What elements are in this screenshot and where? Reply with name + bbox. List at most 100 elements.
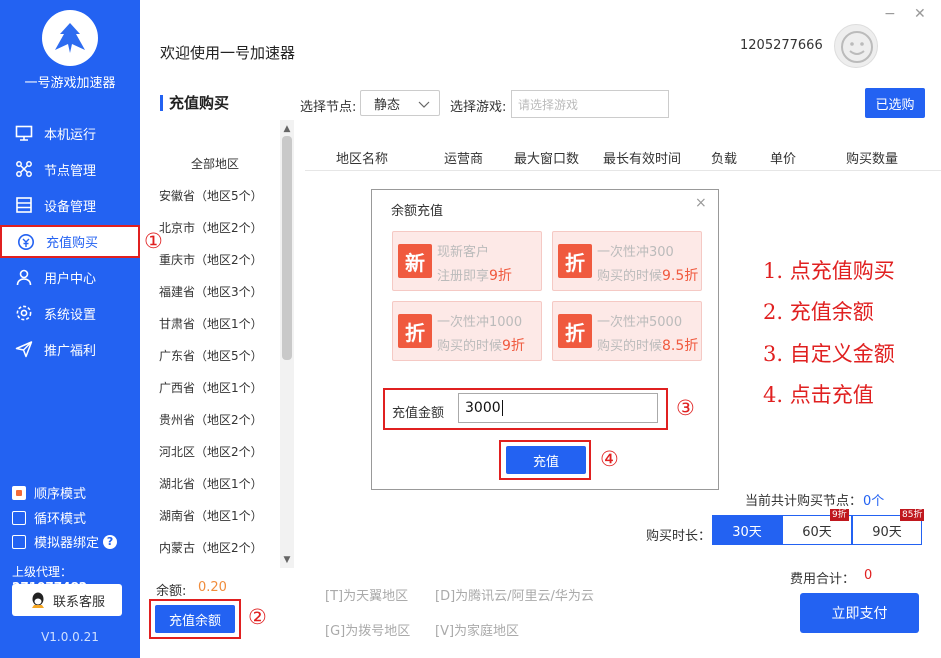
smiley-icon [841,31,873,63]
mode-loop[interactable]: 循环模式 [12,508,86,527]
region-item[interactable]: 湖南省（地区1个） [150,507,280,539]
help-icon[interactable]: ? [103,534,118,549]
mode-label: 模拟器绑定 [34,536,100,551]
promo-line2: 注册即享9折 [437,265,512,285]
amount-value: 3000 [465,400,501,416]
promo-line2: 购买的时候9折 [437,335,525,355]
recharge-balance-button[interactable]: 充值余额 [155,605,235,633]
nav-system-settings[interactable]: 系统设置 [0,297,140,329]
contact-support-button[interactable]: 联系客服 [12,584,122,616]
text-cursor [501,400,503,416]
sidebar: 一号游戏加速器 本机运行 节点管理 设备管理 充值购买 用户中心 系统设置 推广… [0,0,140,658]
table-header-divider [305,170,941,171]
duration-option-label: 30天 [732,524,762,540]
nav-user-center[interactable]: 用户中心 [0,261,140,293]
recharge-icon [16,232,36,252]
fee-total-label: 费用合计： [790,572,856,587]
checkbox[interactable] [12,534,26,549]
checkbox[interactable] [12,485,26,500]
nav-label: 推广福利 [44,343,97,359]
region-item[interactable]: 北京市（地区2个） [150,219,280,251]
mode-emulator-binding[interactable]: 模拟器绑定 ? [12,532,118,551]
recharge-submit-button[interactable]: 充值 [506,446,586,474]
selected-items-button[interactable]: 已选购 [865,88,925,118]
discount-badge-icon: 折 [558,314,592,348]
nav-local-run[interactable]: 本机运行 [0,117,140,149]
region-item[interactable]: 河北区（地区2个） [150,443,280,475]
promo-line1: 一次性冲300 [597,245,674,260]
scroll-up-icon[interactable]: ▲ [280,122,294,136]
app-version: V1.0.0.21 [41,630,99,644]
nav-label: 本机运行 [44,127,97,143]
instruction-step-1: 1. 点充值购买 [763,259,895,283]
node-select-label: 选择节点: [300,100,357,115]
scroll-down-icon[interactable]: ▼ [280,553,294,567]
nav-label: 系统设置 [44,307,97,323]
promo-card-5000[interactable]: 折 一次性冲5000 购买的时候8.5折 [552,301,702,361]
node-select[interactable]: 静态 [360,90,440,116]
fee-total-value: 0 [864,568,873,583]
region-item[interactable]: 湖北省（地区1个） [150,475,280,507]
gear-icon [14,303,34,323]
welcome-text: 欢迎使用一号加速器 [160,44,296,62]
duration-30-days[interactable]: 30天 [712,515,782,545]
th-max-windows: 最大窗口数 [514,152,580,167]
nav-recharge-purchase[interactable]: 充值购买 [0,225,140,258]
promo-card-new-user[interactable]: 新 现新客户 注册即享9折 [392,231,542,291]
region-item[interactable]: 广东省（地区5个） [150,347,280,379]
nav-label: 节点管理 [44,163,97,179]
region-list: 全部地区 安徽省（地区5个） 北京市（地区2个） 重庆市（地区2个） 福建省（地… [150,155,280,571]
mode-label: 循环模式 [34,512,87,527]
mode-sequential[interactable]: 顺序模式 [12,483,86,502]
promo-discount: 9折 [489,268,512,284]
amount-label: 充值金额 [392,406,445,421]
promo-line2-prefix: 购买的时候 [437,339,503,354]
pay-now-button[interactable]: 立即支付 [800,593,919,633]
node-select-value: 静态 [374,97,401,113]
game-search-input[interactable]: 请选择游戏 [511,90,669,118]
region-item[interactable]: 贵州省（地区2个） [150,411,280,443]
promo-discount: 8.5折 [662,338,699,354]
close-window-button[interactable]: ✕ [914,6,926,22]
amount-input[interactable]: 3000 [458,393,658,423]
avatar[interactable] [834,24,878,68]
checkbox[interactable] [12,510,26,525]
logo-icon [55,23,85,53]
promo-card-1000[interactable]: 折 一次性冲1000 购买的时候9折 [392,301,542,361]
promo-card-300[interactable]: 折 一次性冲300 购买的时候9.5折 [552,231,702,291]
send-icon [14,339,34,359]
region-item[interactable]: 福建省（地区3个） [150,283,280,315]
nav-promotion[interactable]: 推广福利 [0,333,140,365]
dialog-close-icon[interactable]: × [695,195,707,211]
region-item[interactable]: 广西省（地区1个） [150,379,280,411]
region-item[interactable]: 内蒙古（地区2个） [150,539,280,571]
minimize-button[interactable]: − [884,6,896,22]
legend-cloud: [D]为腾讯云/阿里云/华为云 [435,589,594,604]
region-all[interactable]: 全部地区 [150,155,280,187]
chevron-down-icon [418,101,430,108]
th-unit-price: 单价 [770,152,797,167]
monitor-icon [14,123,34,143]
promo-line1: 一次性冲5000 [597,315,683,330]
total-nodes-label: 当前共计购买节点： [745,494,863,509]
th-carrier: 运营商 [444,152,484,167]
balance-label: 余额: [156,584,187,599]
promo-discount: 9.5折 [662,268,699,284]
support-label: 联系客服 [52,594,105,610]
instruction-step-2: 2. 充值余额 [763,300,874,324]
promo-discount: 9折 [502,338,525,354]
region-item[interactable]: 重庆市（地区2个） [150,251,280,283]
instruction-step-4: 4. 点击充值 [763,383,874,407]
discount-badge-icon: 折 [558,244,592,278]
nav-node-management[interactable]: 节点管理 [0,153,140,185]
legend-home: [V]为家庭地区 [435,624,520,639]
page-title: 充值购买 [160,95,229,111]
nav-device-management[interactable]: 设备管理 [0,189,140,221]
promo-line2: 购买的时候8.5折 [597,335,698,355]
region-item[interactable]: 甘肃省（地区1个） [150,315,280,347]
annotation-number-4: ④ [600,447,619,471]
scrollbar-thumb[interactable] [282,136,292,360]
annotation-number-2: ② [248,605,267,629]
user-icon [14,267,34,287]
region-item[interactable]: 安徽省（地区5个） [150,187,280,219]
